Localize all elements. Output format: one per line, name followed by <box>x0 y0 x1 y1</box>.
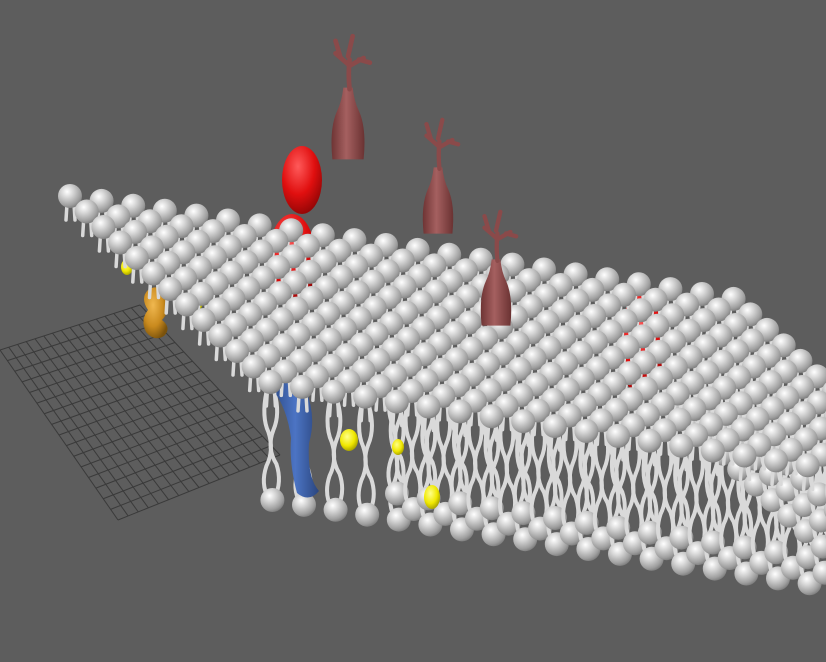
cholesterol-molecule <box>424 485 440 509</box>
branched-glycan-icon <box>333 33 373 92</box>
lipid-head <box>323 497 348 522</box>
grid-line <box>80 407 237 468</box>
lipid-head <box>732 443 757 468</box>
lipid-head <box>355 502 380 527</box>
lipid-head <box>258 370 283 394</box>
lipid-head <box>700 438 725 463</box>
cholesterol-molecule <box>392 439 404 455</box>
lipid-head <box>511 409 536 434</box>
grid-line <box>78 324 210 484</box>
lipid-head <box>574 419 599 443</box>
lipid-head <box>448 399 472 424</box>
channel-protein <box>282 146 322 214</box>
lipid-tail <box>268 390 281 500</box>
lipid-head <box>479 404 504 429</box>
lipid-head <box>260 488 285 512</box>
cholesterol-molecule <box>340 429 358 451</box>
lipid-head <box>542 414 567 439</box>
branched-glycan-icon <box>424 117 461 171</box>
glycoprotein <box>422 117 461 234</box>
lipid-head <box>416 394 441 419</box>
lipid-head <box>795 453 820 478</box>
lipid-tail <box>331 399 345 510</box>
lipid-head <box>290 374 314 399</box>
lipid-head <box>764 448 788 473</box>
lipid-head <box>353 384 378 409</box>
grid-line <box>73 398 228 457</box>
lipid-head <box>321 379 346 404</box>
glycoprotein-body <box>331 87 365 160</box>
lipid-head <box>637 428 662 453</box>
lipid-head <box>606 423 630 448</box>
glycoprotein-body <box>422 167 454 234</box>
glycoprotein <box>331 33 373 160</box>
lipid-tail <box>363 404 376 515</box>
grid-line <box>88 417 246 478</box>
lipid-head <box>384 389 409 414</box>
membrane-scene[interactable] <box>0 0 826 662</box>
lipid-head <box>669 433 694 458</box>
3d-viewport[interactable] <box>0 0 826 662</box>
